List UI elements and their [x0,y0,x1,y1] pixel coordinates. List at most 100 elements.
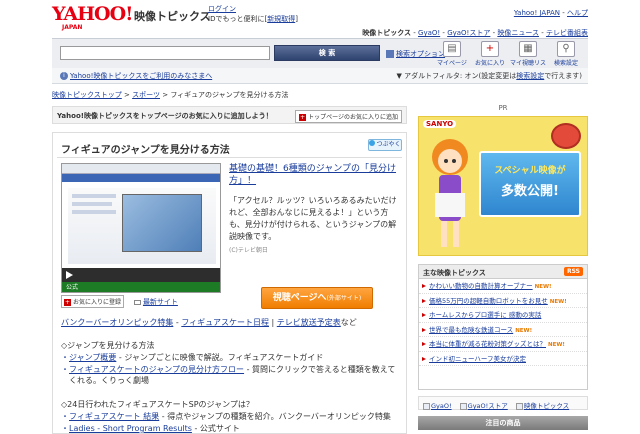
article-link[interactable]: 基礎の基礎！6種類のジャンプの「見分け方」！ [229,163,401,187]
service-links: GyaO! GyaO!ストア 映像トピックス [418,396,588,410]
subnav-current: 映像トピックス [362,29,412,37]
topic-item[interactable]: かわいい動物の自動計算オーブナー NEW! [419,279,587,294]
topic-link[interactable]: ホームレスからプロ選手に 感動の実話 [429,311,541,319]
topic-link[interactable]: 本当に体重が減る花粉対策グッズとは？ [429,340,546,348]
topics-title: 主な映像トピックス [423,269,486,277]
related-link-tv[interactable]: テレビ放送予定表 [277,318,341,327]
topic-link[interactable]: 世界で最も危険な鉄道コース [429,326,513,334]
ladies-results-link[interactable]: Ladies - Short Program Results [69,424,192,433]
tool-search-settings[interactable]: ⚲ 検索設定 [548,40,584,68]
title-divider [57,157,402,158]
gyao-store-icon [459,402,467,410]
topic-link[interactable]: かわいい動物の自動計算オーブナー [429,282,533,290]
article-detail: 基礎の基礎！6種類のジャンプの「見分け方」！ 「アクセル？ルッツ？いろいろあるみ… [229,163,401,309]
subnav-eizo-news[interactable]: 映像ニュース [497,29,539,37]
mypage-icon: ▤ [443,41,461,57]
ad-screen: スペシャル映像が 多数公開! [479,151,581,217]
register-link[interactable]: 新規取得 [267,15,295,23]
service-link-gyao[interactable]: GyaO! [423,402,452,410]
notice: i Yahoo!映像トピックスをご利用のみなさまへ [60,71,212,81]
topic-link[interactable]: インド初ニューハーフ美女が決定 [429,355,526,363]
arrow-icon [422,298,426,303]
new-badge: NEW! [548,342,565,348]
related-link-schedule[interactable]: フィギュアスケート日程 [181,318,269,327]
arrow-icon [422,356,426,361]
watch-label: 視聴ページへ [272,293,327,303]
breadcrumb-sep: > [121,91,133,99]
service-name[interactable]: 映像トピックス [134,8,211,24]
service-link-label: 映像トピックス [523,402,570,410]
tweet-label: つぶやく [376,141,401,148]
jump-flow-link[interactable]: フィギュアスケートのジャンプの見分け方フロー [69,365,244,374]
tool-label: マイページ [437,60,467,67]
latest-site-link[interactable]: 最新サイト [143,298,178,306]
topic-item[interactable]: 世界で最も危険な鉄道コース NEW! [419,323,587,337]
search-button[interactable]: 検 索 [274,45,380,61]
products-header: 注目の商品 [418,416,588,430]
new-badge: NEW! [549,298,567,305]
tool-playlist[interactable]: ▦マイ視聴リスト [510,40,546,76]
related-link-olympics[interactable]: バンクーバーオリンピック特集 [61,318,173,327]
help-link[interactable]: ヘルプ [567,9,588,17]
related-links: バンクーバーオリンピック特集 - フィギュアスケート日程 | テレビ放送予定表な… [61,317,357,328]
tool-favorite[interactable]: + お気に入り [472,40,508,68]
results-link[interactable]: フィギュアスケート 結果 [69,412,159,421]
subnav-tv-guide[interactable]: テレビ番組表 [546,29,588,37]
jump-overview-text: - ジャンプごとに映像で解説。フィギュアスケートガイド [116,353,324,362]
add-top-favorite-button[interactable]: + トップページのお気に入りに追加 [295,110,402,123]
favorite-row: + お気に入りに登録 最新サイト [61,295,178,308]
sanyo-ad-banner[interactable]: SANYO スペシャル映像が 多数公開! [418,116,588,256]
article: フィギュアのジャンプを見分ける方法 つぶやく 公式 + お気に入りに登録 最新サイ… [52,132,407,434]
service-link-gyao-store[interactable]: GyaO!ストア [459,400,508,410]
watch-page-button[interactable]: 視聴ページへ(外部サイト) [261,287,373,309]
tool-label: お気に入り [474,60,505,67]
tool-mypage[interactable]: ▤ マイページ [434,40,470,68]
jump-flow-text-cont: くれる。くりっく劇場 [69,376,149,385]
pr-label: PR [498,104,508,112]
topic-item[interactable]: 本当に体重が減る花粉対策グッズとは？ NEW! [419,337,587,352]
topic-item[interactable]: ホームレスからプロ選手に 感動の実話 [419,308,587,323]
article-description: 「アクセル？ルッツ？いろいろあるみたいだけれど、全部おんなじに見えるよ！」という… [229,196,397,241]
section-jump-item: ・ジャンプ概要 - ジャンプごとに映像で解説。フィギュアスケートガイド [61,353,324,362]
character-illustration [432,139,468,247]
tool-label: 検索設定 [553,60,578,67]
search-input[interactable] [60,46,270,60]
thumb-video [122,194,202,252]
results-text: - 得点やジャンプの種類を紹介。バンクーバーオリンピック特集 [159,412,391,421]
topic-item[interactable]: インド初ニューハーフ美女が決定 [419,352,587,366]
section-sp-item: ・フィギュアスケート 結果 - 得点やジャンプの種類を紹介。バンクーバーオリンピ… [61,412,391,421]
breadcrumb-home[interactable]: 映像トピックストップ [52,91,122,99]
login-link[interactable]: ログイン [208,5,236,13]
thumb-text [72,202,112,206]
playlist-icon: ▦ [519,41,537,57]
add-favorite-bar: Yahoo!映像トピックスをトップページのお気に入りに追加しよう！ + トップペー… [52,106,407,124]
favorite-icon: + [481,41,499,57]
notice-link[interactable]: Yahoo!映像トピックスをご利用のみなさまへ [70,72,212,80]
yahoo-japan-link[interactable]: Yahoo! JAPAN [514,9,560,17]
service-link-eizo-topics[interactable]: 映像トピックス [515,400,570,410]
article-title: フィギュアのジャンプを見分ける方法 [61,145,230,156]
tweet-button[interactable]: つぶやく [368,139,402,151]
thumb-header [62,174,220,182]
twitter-icon [369,140,376,146]
favorite-button[interactable]: + お気に入りに登録 [61,295,125,308]
adult-filter-link[interactable]: 検索設定 [516,72,544,80]
mail-icon [133,300,141,305]
breadcrumb: 映像トピックストップ > スポーツ > フィギュアのジャンプを見分ける方法 [52,90,288,100]
topics-header: 主な映像トピックス RSS [419,265,587,279]
yahoo-logo[interactable]: YAHOO! [52,3,133,25]
lion-mascot-icon [551,123,581,149]
breadcrumb-sports[interactable]: スポーツ [132,91,160,99]
subnav-gyao[interactable]: GyaO! [418,29,440,37]
video-thumbnail[interactable]: 公式 [61,163,221,293]
jump-overview-link[interactable]: ジャンプ概要 [69,353,116,362]
section-jump-item: ・フィギュアスケートのジャンプの見分け方フロー - 質問にクリックで答えると種類… [61,365,396,374]
subnav-gyao-store[interactable]: GyaO!ストア [447,29,490,37]
service-link-label: GyaO!ストア [467,402,508,410]
info-row: i Yahoo!映像トピックスをご利用のみなさまへ ▼ アダルトフィルタ: オン(… [52,68,588,84]
topic-item[interactable]: 価格55万円の超軽自動ロボットをお見せ NEW! [419,294,587,308]
rss-icon[interactable]: RSS [564,267,583,276]
adult-filter-suffix: で行えます) [544,72,582,80]
topic-link[interactable]: 価格55万円の超軽自動ロボットをお見せ [429,297,548,305]
service-subnav: 映像トピックス - GyaO! - GyaO!ストア - 映像ニュース - テレ… [362,29,588,37]
